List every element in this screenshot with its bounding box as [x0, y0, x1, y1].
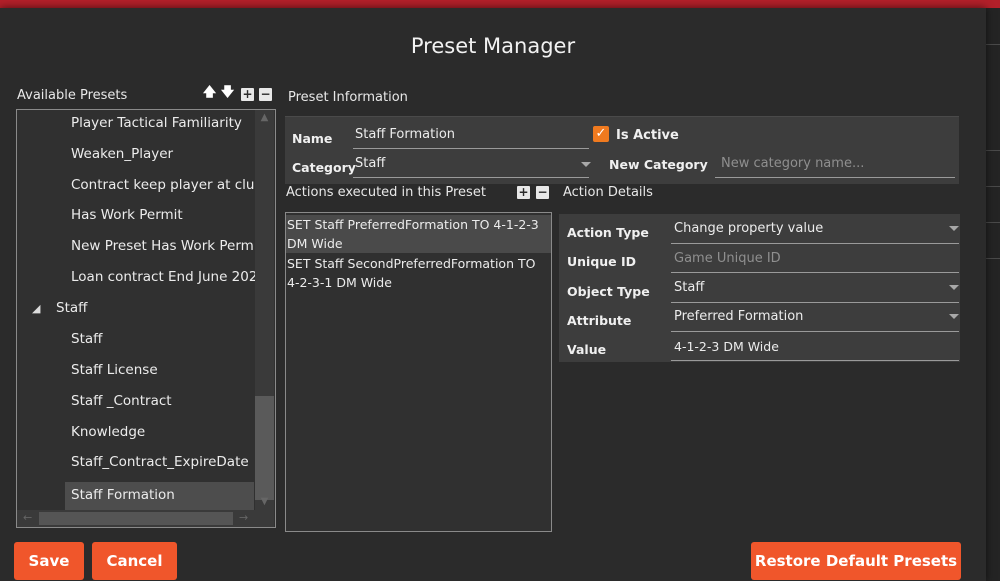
horizontal-scrollbar[interactable]: ← →: [17, 510, 255, 527]
attribute-underline: [671, 331, 959, 332]
tree-item[interactable]: Player Tactical Familiarity: [71, 110, 254, 138]
action-item-line: SET Staff PreferredFormation TO 4-1-2-3: [287, 217, 539, 232]
remove-preset-icon[interactable]: −: [259, 88, 272, 101]
tree-item[interactable]: Weaken_Player: [71, 141, 254, 169]
tree-group-staff[interactable]: ◢ Staff: [32, 295, 87, 323]
tree-group-label: Staff: [56, 300, 88, 316]
value-underline: [671, 360, 959, 361]
tree-item[interactable]: Staff_Contract_ExpireDate: [71, 449, 254, 477]
name-input[interactable]: Staff Formation: [355, 127, 455, 142]
category-label: Category: [292, 160, 356, 175]
chevron-down-icon[interactable]: [949, 314, 959, 319]
move-down-icon[interactable]: 🡇: [221, 85, 234, 100]
add-preset-icon[interactable]: +: [241, 88, 254, 101]
app-top-bar: [0, 0, 1000, 8]
tree-item[interactable]: Staff: [71, 326, 254, 354]
scrollbar-thumb[interactable]: [255, 396, 274, 500]
preset-information-header: Preset Information: [288, 90, 408, 105]
name-label: Name: [292, 131, 333, 146]
action-details-header: Action Details: [563, 185, 653, 200]
action-item-line: 4-2-3-1 DM Wide: [287, 275, 392, 290]
tree-item[interactable]: Contract keep player at club: [71, 172, 263, 200]
new-category-underline: [715, 177, 955, 178]
scroll-right-icon[interactable]: →: [239, 511, 248, 524]
tree-item[interactable]: Staff _Contract: [71, 388, 254, 416]
available-presets-tree: Player Tactical Familiarity Weaken_Playe…: [16, 109, 276, 528]
action-type-select[interactable]: Change property value: [674, 221, 823, 236]
scroll-up-icon[interactable]: ▲: [255, 112, 274, 123]
tree-item[interactable]: Loan contract End June 2025: [71, 264, 266, 292]
attribute-select[interactable]: Preferred Formation: [674, 309, 803, 324]
expand-caret-icon[interactable]: ◢: [32, 296, 56, 322]
move-up-icon[interactable]: 🡅: [203, 85, 216, 100]
tree-item[interactable]: Has Work Permit: [71, 202, 254, 230]
vertical-scrollbar[interactable]: ▲ ▼: [255, 110, 274, 510]
unique-id-label: Unique ID: [567, 254, 637, 269]
background-window-edge: [986, 8, 1000, 581]
tree-item[interactable]: New Preset Has Work Permit: [71, 233, 263, 261]
object-type-underline: [671, 302, 959, 303]
chevron-down-icon[interactable]: [949, 285, 959, 290]
cancel-button[interactable]: Cancel: [92, 542, 177, 580]
chevron-down-icon[interactable]: [581, 162, 591, 167]
available-presets-header: Available Presets: [17, 88, 128, 103]
scroll-left-icon[interactable]: ←: [23, 511, 32, 524]
object-type-select[interactable]: Staff: [674, 280, 704, 295]
scrollbar-corner: [255, 510, 274, 527]
value-label: Value: [567, 342, 607, 357]
action-type-underline: [671, 243, 959, 244]
scroll-down-icon[interactable]: ▼: [255, 496, 274, 507]
value-input[interactable]: 4-1-2-3 DM Wide: [674, 339, 779, 354]
action-details-panel: Action Type Change property value Unique…: [559, 214, 960, 362]
add-action-icon[interactable]: +: [517, 186, 530, 199]
preset-information-panel: Name Staff Formation ✓ Is Active Categor…: [285, 116, 959, 184]
category-underline: [353, 177, 589, 178]
is-active-label: Is Active: [616, 128, 679, 143]
unique-id-underline: [671, 272, 959, 273]
tree-item-selected[interactable]: Staff Formation: [65, 482, 254, 510]
remove-action-icon[interactable]: −: [536, 186, 549, 199]
action-item[interactable]: SET Staff SecondPreferredFormation TO 4-…: [286, 254, 551, 292]
attribute-label: Attribute: [567, 313, 632, 328]
actions-list: SET Staff PreferredFormation TO 4-1-2-3 …: [285, 212, 552, 532]
new-category-label: New Category: [609, 157, 708, 172]
actions-header: Actions executed in this Preset: [286, 185, 486, 200]
tree-item[interactable]: Staff License: [71, 357, 254, 385]
object-type-label: Object Type: [567, 284, 650, 299]
chevron-down-icon[interactable]: [949, 226, 959, 231]
save-button[interactable]: Save: [14, 542, 84, 580]
action-type-label: Action Type: [567, 225, 649, 240]
category-select[interactable]: Staff: [355, 156, 385, 171]
action-item-line: SET Staff SecondPreferredFormation TO: [287, 256, 536, 271]
dialog-title: Preset Manager: [410, 34, 576, 58]
new-category-input[interactable]: New category name...: [721, 156, 864, 171]
tree-item[interactable]: Knowledge: [71, 419, 254, 447]
is-active-checkbox[interactable]: ✓: [593, 126, 609, 142]
name-input-underline: [353, 148, 589, 149]
restore-default-presets-button[interactable]: Restore Default Presets: [751, 542, 961, 580]
action-item-selected[interactable]: SET Staff PreferredFormation TO 4-1-2-3 …: [286, 215, 551, 253]
scrollbar-thumb[interactable]: [39, 512, 233, 525]
preset-manager-dialog: Preset Manager Available Presets 🡅 🡇 + −…: [0, 8, 986, 581]
unique-id-input[interactable]: Game Unique ID: [674, 251, 781, 266]
action-item-line: DM Wide: [287, 236, 343, 251]
